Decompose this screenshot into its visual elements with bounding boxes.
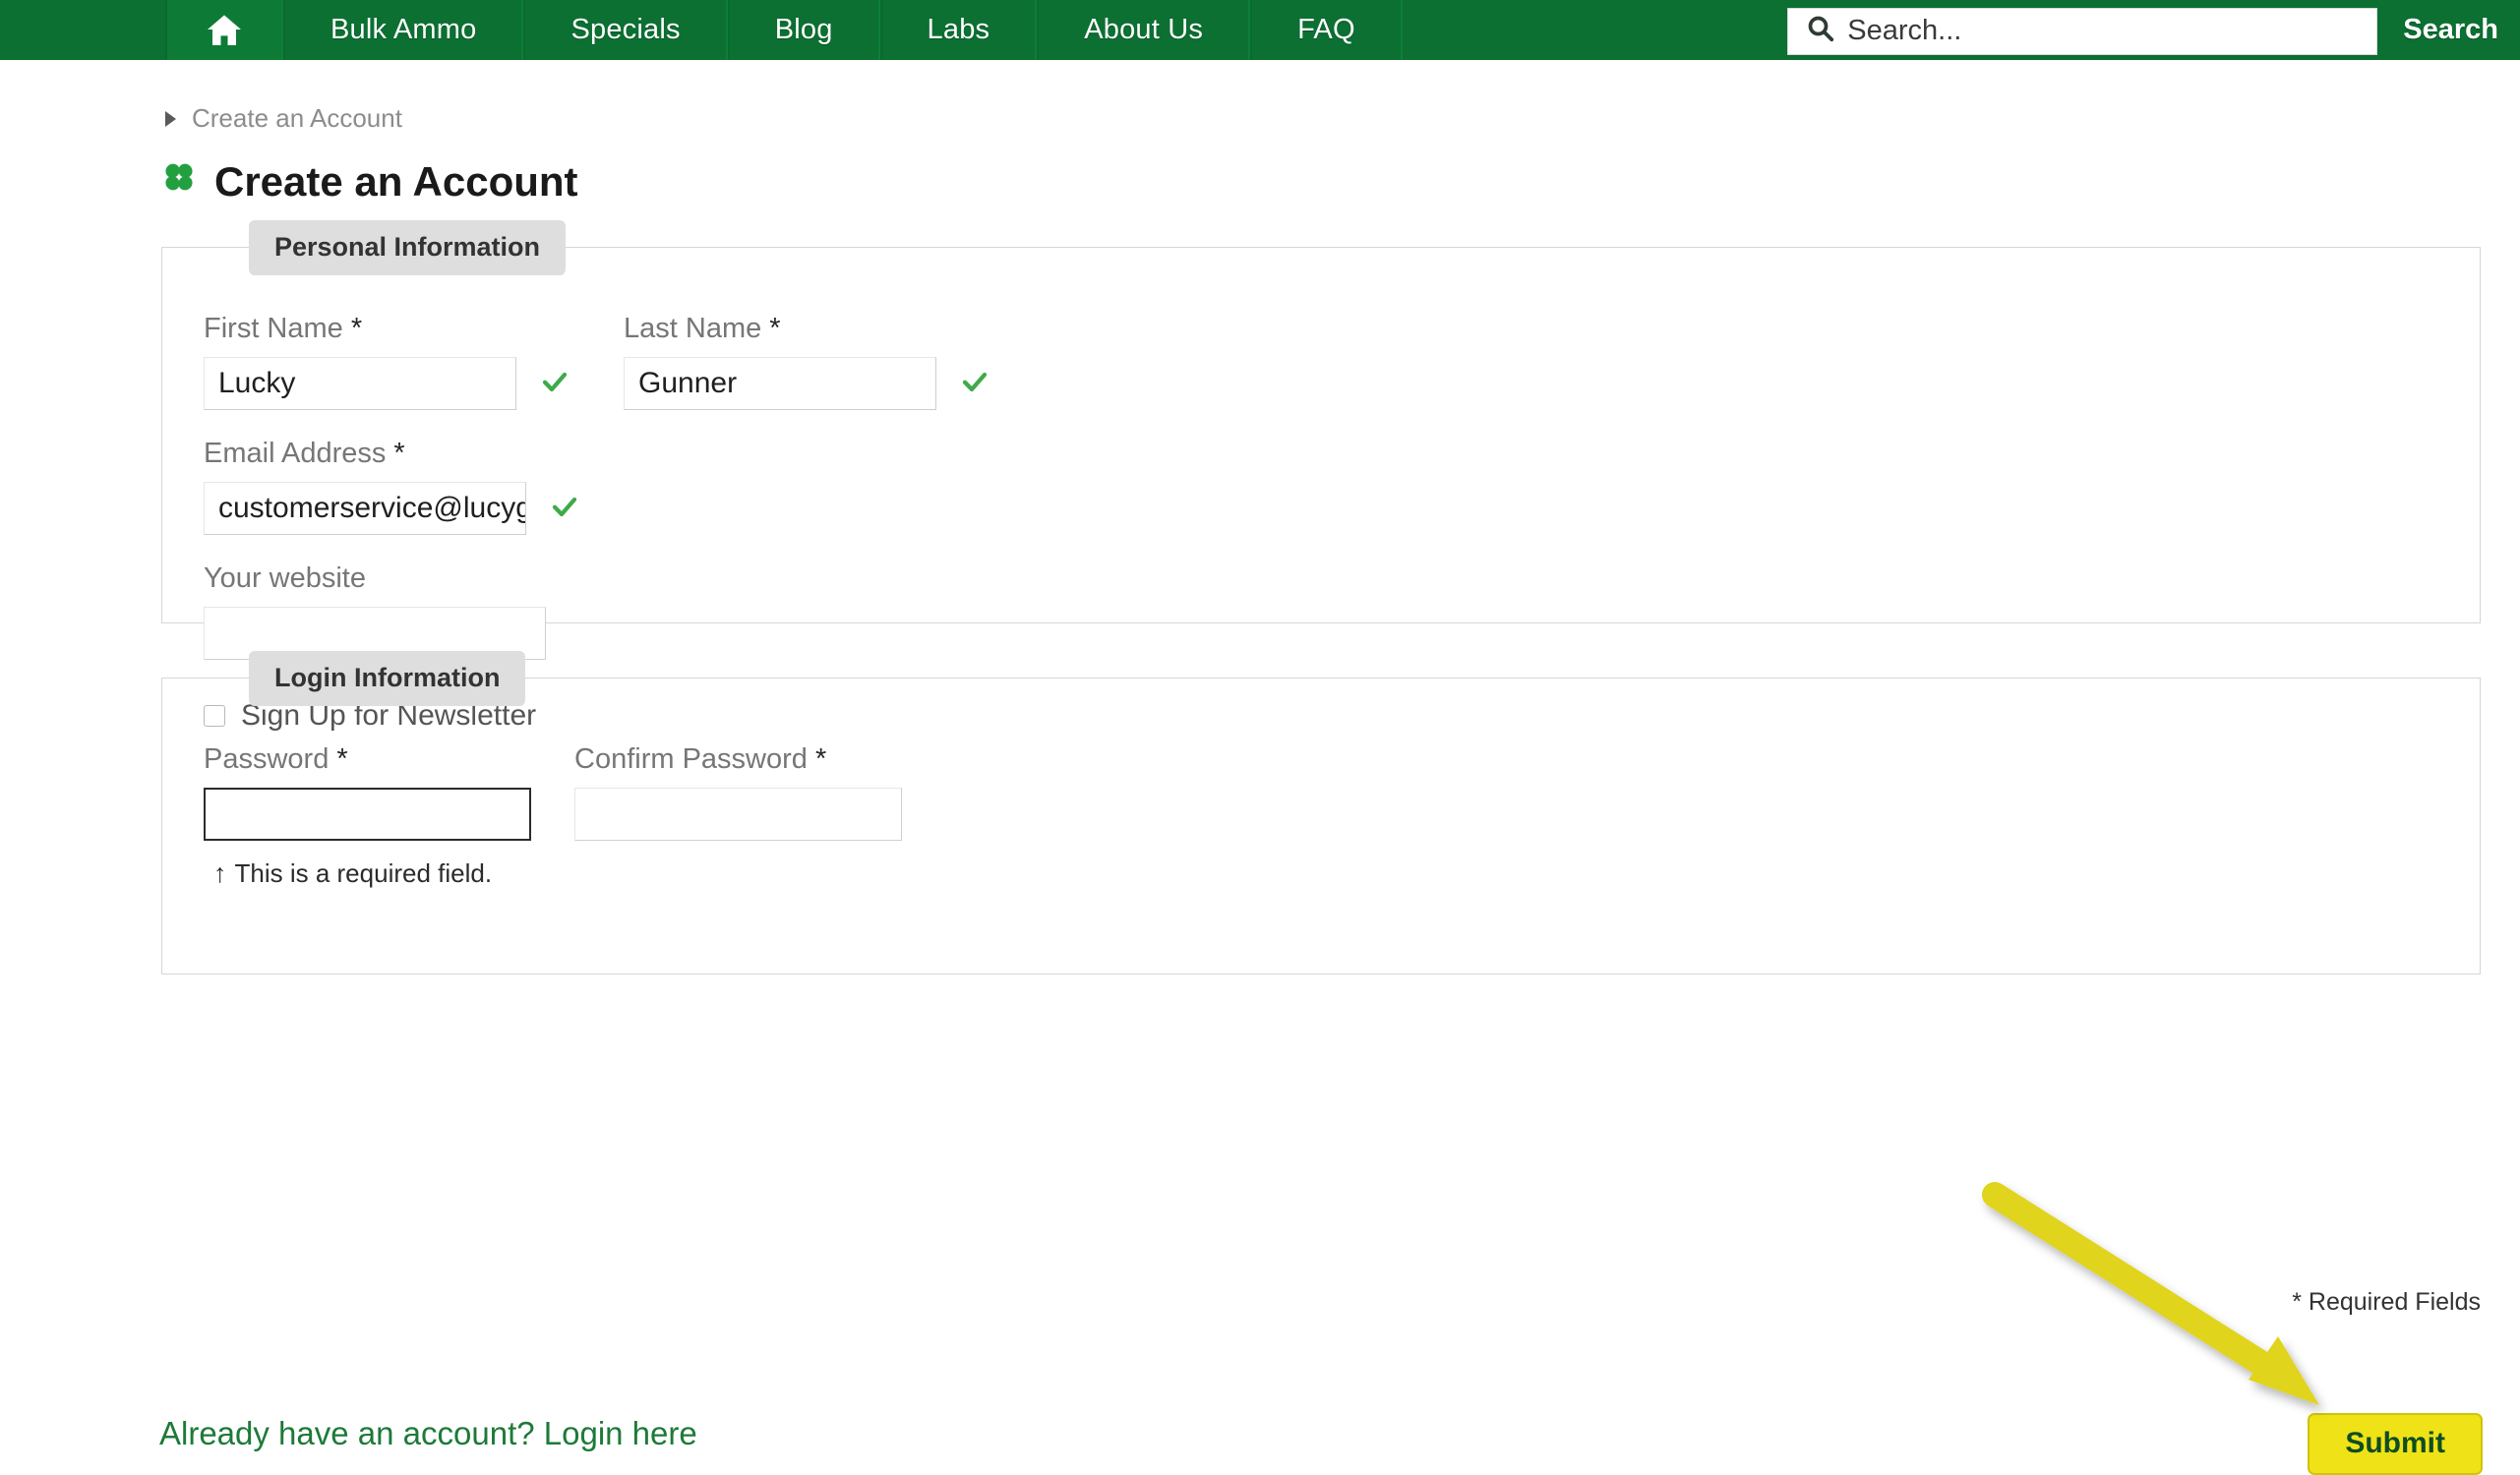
required-fields-note: * Required Fields (2292, 1288, 2481, 1316)
password-input[interactable] (204, 788, 531, 841)
required-marker: * (336, 743, 348, 775)
required-marker: * (814, 743, 827, 775)
login-information-legend: Login Information (249, 651, 526, 706)
confirm-password-label-text: Confirm Password (574, 743, 808, 775)
breadcrumb: Create an Account (165, 103, 2520, 134)
caret-right-icon (165, 110, 176, 127)
nav-item-bulk-ammo[interactable]: Bulk Ammo (283, 0, 524, 60)
email-value: customerservice@lucygunner.c (218, 492, 526, 524)
search-area: Search... Search (1787, 0, 2520, 60)
page-title-text: Create an Account (214, 158, 578, 205)
submit-button[interactable]: Submit (2308, 1413, 2483, 1475)
website-label: Your website (204, 562, 366, 594)
check-icon (516, 367, 570, 401)
login-information-fieldset: Login Information Password * ↑ This is a… (161, 651, 2481, 974)
search-button-label: Search (2403, 14, 2498, 45)
first-name-value: Lucky (218, 367, 296, 399)
first-name-label-text: First Name (204, 313, 343, 344)
required-marker: * (393, 438, 405, 469)
email-field-group: Email Address * customerservice@lucygunn… (204, 438, 2480, 535)
last-name-field-group: Last Name * Gunner (624, 313, 990, 410)
breadcrumb-label[interactable]: Create an Account (192, 103, 402, 134)
nav-item-label: Specials (570, 14, 681, 45)
personal-information-legend: Personal Information (249, 220, 567, 275)
nav-item-label: Bulk Ammo (330, 14, 477, 45)
personal-information-fieldset: Personal Information First Name * Lucky (161, 220, 2481, 732)
nav-item-about-us[interactable]: About Us (1037, 0, 1251, 60)
arrow-up-icon: ↑ (213, 858, 227, 888)
nav-item-label: Blog (774, 14, 833, 45)
clover-icon (159, 157, 214, 206)
required-marker: * (350, 313, 363, 344)
last-name-label-text: Last Name (624, 313, 762, 344)
password-label: Password * (204, 743, 531, 776)
nav-item-blog[interactable]: Blog (727, 0, 880, 60)
top-navigation-bar: Bulk Ammo Specials Blog Labs About Us FA… (0, 0, 2520, 60)
password-field-group: Password * ↑ This is a required field. (204, 743, 531, 889)
nav-left-padding (0, 0, 165, 60)
nav-item-label: Labs (927, 14, 990, 45)
last-name-input[interactable]: Gunner (624, 357, 936, 410)
required-marker: * (769, 313, 781, 344)
search-icon (1788, 14, 1835, 48)
search-input-placeholder: Search... (1847, 15, 1962, 46)
search-button[interactable]: Search (2377, 0, 2520, 60)
first-name-label: First Name * (204, 313, 570, 345)
search-input[interactable]: Search... (1787, 7, 2378, 55)
nav-item-label: About Us (1084, 14, 1204, 45)
page-title: Create an Account (159, 157, 2520, 206)
confirm-password-label: Confirm Password * (574, 743, 902, 776)
password-label-text: Password (204, 743, 330, 775)
email-label-text: Email Address (204, 438, 387, 469)
email-input[interactable]: customerservice@lucygunner.c (204, 482, 526, 535)
confirm-password-input[interactable] (574, 788, 902, 841)
last-name-value: Gunner (638, 367, 738, 399)
last-name-label: Last Name * (624, 313, 990, 345)
website-field-group: Your website (204, 562, 2480, 660)
nav-item-home[interactable] (165, 0, 283, 60)
home-icon (205, 11, 244, 50)
nav-item-specials[interactable]: Specials (523, 0, 728, 60)
first-name-input[interactable]: Lucky (204, 357, 516, 410)
check-icon (936, 367, 990, 401)
nav-item-label: FAQ (1297, 14, 1355, 45)
nav-item-labs[interactable]: Labs (879, 0, 1038, 60)
login-link[interactable]: Already have an account? Login here (159, 1415, 697, 1452)
check-icon (526, 492, 579, 526)
first-name-field-group: First Name * Lucky (204, 313, 570, 410)
password-error-text: This is a required field. (234, 858, 493, 888)
nav-item-faq[interactable]: FAQ (1250, 0, 1403, 60)
submit-button-label: Submit (2345, 1427, 2445, 1459)
page-content: Create an Account Create an Account Pers… (0, 60, 2520, 1475)
email-label: Email Address * (204, 438, 2480, 470)
password-error-message: ↑ This is a required field. (213, 858, 531, 889)
confirm-password-field-group: Confirm Password * (574, 743, 902, 889)
